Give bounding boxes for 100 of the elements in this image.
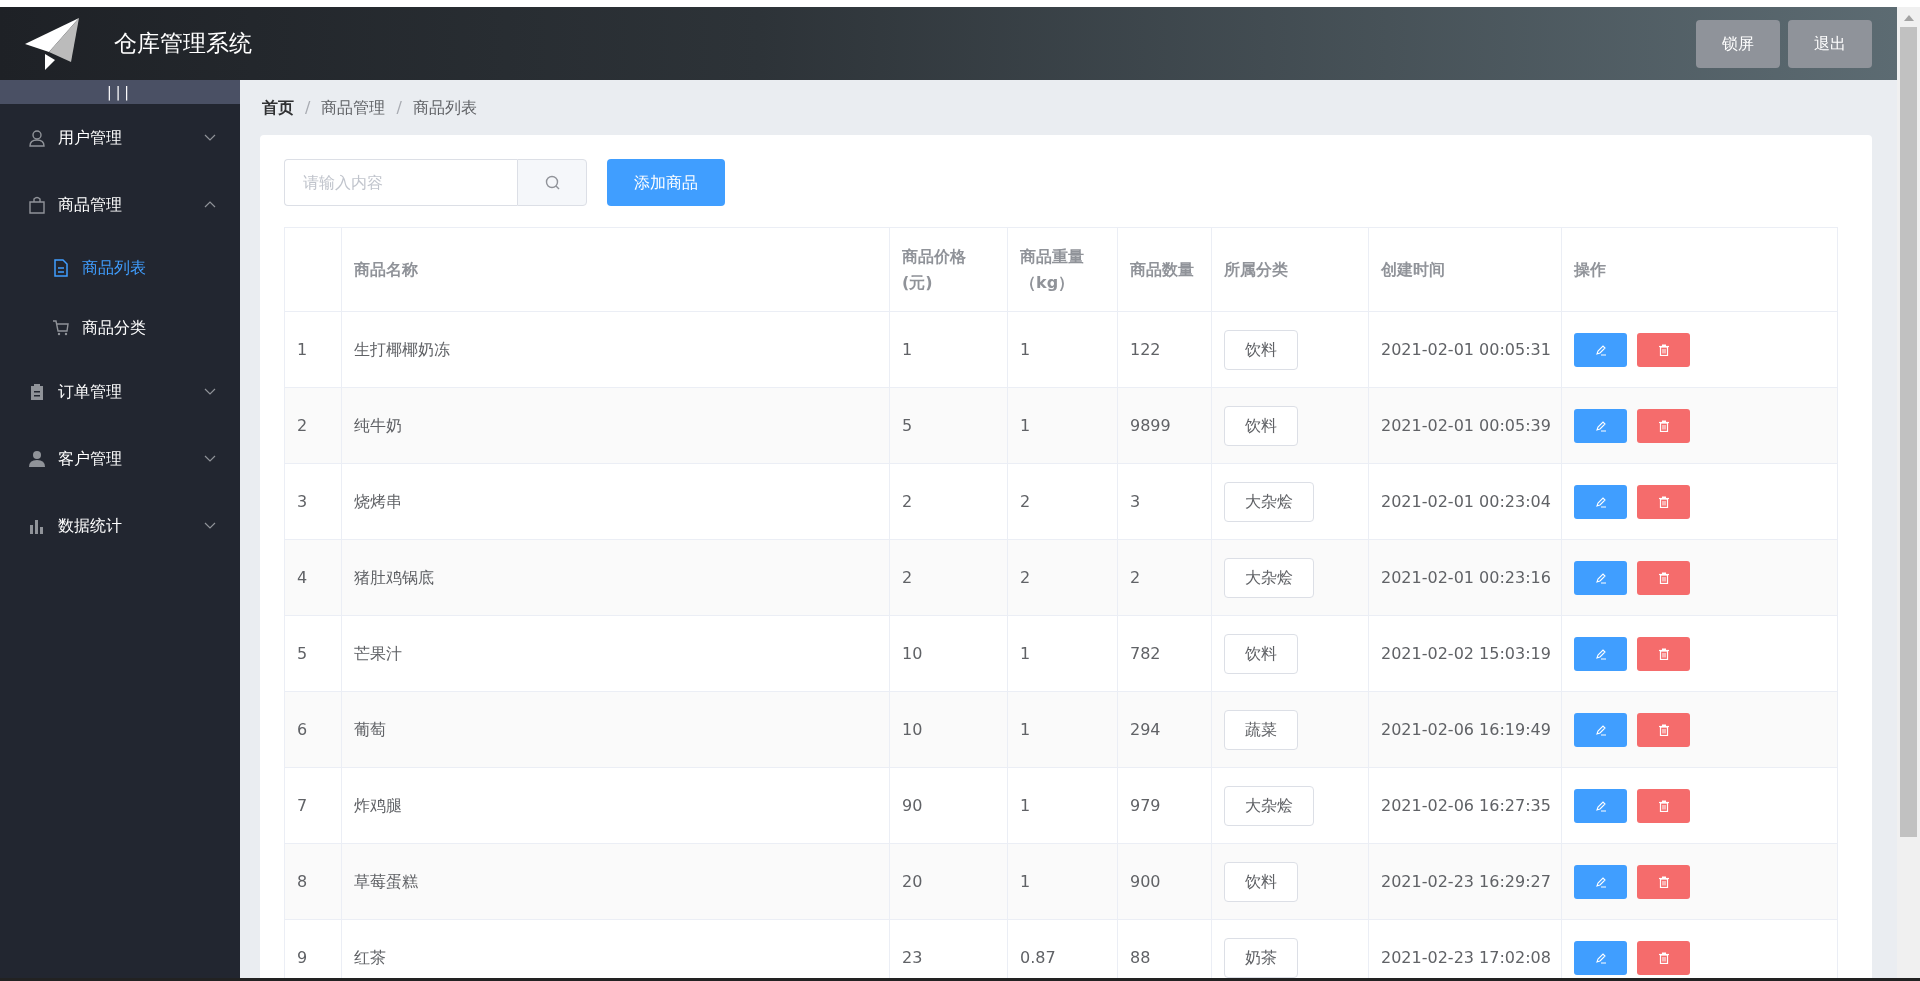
sidebar-item[interactable]: 数据统计: [0, 492, 240, 559]
table-cell: 2: [889, 463, 1008, 540]
delete-button[interactable]: [1637, 484, 1690, 519]
table-cell: 1: [1007, 691, 1118, 768]
chevron-up-icon: [204, 201, 216, 208]
paper-plane-logo: [25, 17, 81, 70]
table-cell: 芒果汁: [341, 615, 890, 692]
delete-button[interactable]: [1637, 636, 1690, 671]
category-button[interactable]: 大杂烩: [1224, 557, 1314, 598]
edit-button[interactable]: [1574, 484, 1627, 519]
pencil-icon: [1594, 723, 1607, 736]
table-cell: 猪肚鸡锅底: [341, 539, 890, 616]
edit-button[interactable]: [1574, 560, 1627, 595]
trash-icon: [1657, 571, 1670, 584]
column-header: 商品重量（kg）: [1007, 227, 1118, 312]
table-cell: 294: [1117, 691, 1212, 768]
sidebar-toggle[interactable]: |||: [0, 80, 240, 104]
category-button[interactable]: 大杂烩: [1224, 785, 1314, 826]
category-button[interactable]: 饮料: [1224, 633, 1298, 674]
sidebar-item[interactable]: 用户管理: [0, 104, 240, 171]
delete-button[interactable]: [1637, 788, 1690, 823]
category-button[interactable]: 饮料: [1224, 329, 1298, 370]
breadcrumb-link[interactable]: 商品列表: [412, 96, 477, 120]
table-cell: 5: [889, 387, 1008, 464]
sidebar-item-label: 用户管理: [58, 126, 122, 149]
breadcrumb-link[interactable]: 首页: [262, 96, 294, 120]
table-cell: 1: [1007, 311, 1118, 388]
pencil-icon: [1594, 419, 1607, 432]
trash-icon: [1657, 343, 1670, 356]
clipboard-icon: [28, 382, 46, 401]
column-header: 创建时间: [1368, 227, 1562, 312]
submenu-item[interactable]: 商品列表: [0, 238, 240, 298]
column-header: 商品价格(元): [889, 227, 1008, 312]
category-button[interactable]: 蔬菜: [1224, 709, 1298, 750]
delete-button[interactable]: [1637, 408, 1690, 443]
category-button[interactable]: 奶茶: [1224, 937, 1298, 978]
scrollbar[interactable]: [1897, 7, 1920, 978]
table-cell: 3: [1117, 463, 1212, 540]
table-cell: 炸鸡腿: [341, 767, 890, 844]
delete-button[interactable]: [1637, 940, 1690, 975]
person-icon: [28, 449, 46, 468]
column-header: 所属分类: [1211, 227, 1369, 312]
pencil-icon: [1594, 951, 1607, 964]
edit-button[interactable]: [1574, 636, 1627, 671]
trash-icon: [1657, 875, 1670, 888]
breadcrumb-separator: /: [305, 97, 311, 119]
edit-button[interactable]: [1574, 332, 1627, 367]
breadcrumb-link[interactable]: 商品管理: [321, 96, 386, 120]
cart-icon: [52, 319, 70, 337]
table-cell: 2021-02-06 16:27:35: [1368, 767, 1562, 844]
table-cell: 2021-02-01 00:23:04: [1368, 463, 1562, 540]
trash-icon: [1657, 723, 1670, 736]
table-cell: 2021-02-23 16:29:27: [1368, 843, 1562, 920]
edit-button[interactable]: [1574, 864, 1627, 899]
table-cell: 2021-02-06 16:19:49: [1368, 691, 1562, 768]
delete-button[interactable]: [1637, 864, 1690, 899]
edit-button[interactable]: [1574, 788, 1627, 823]
submenu-item[interactable]: 商品分类: [0, 298, 240, 358]
pencil-icon: [1594, 875, 1607, 888]
table-cell: 纯牛奶: [341, 387, 890, 464]
edit-button[interactable]: [1574, 712, 1627, 747]
sidebar-item-label: 订单管理: [58, 380, 122, 403]
column-header: 商品数量: [1117, 227, 1212, 312]
pencil-icon: [1594, 799, 1607, 812]
delete-button[interactable]: [1637, 712, 1690, 747]
category-button[interactable]: 饮料: [1224, 405, 1298, 446]
search-field[interactable]: 请输入内容: [284, 159, 517, 206]
delete-button[interactable]: [1637, 560, 1690, 595]
table-cell: 2: [284, 387, 342, 464]
delete-button[interactable]: [1637, 332, 1690, 367]
table-cell: 生打椰椰奶冻: [341, 311, 890, 388]
trash-icon: [1657, 495, 1670, 508]
table-cell: 20: [889, 843, 1008, 920]
trash-icon: [1657, 419, 1670, 432]
trash-icon: [1657, 799, 1670, 812]
table-cell: 90: [889, 767, 1008, 844]
category-button[interactable]: 大杂烩: [1224, 481, 1314, 522]
table-cell: 4: [284, 539, 342, 616]
edit-button[interactable]: [1574, 408, 1627, 443]
table-cell: 9899: [1117, 387, 1212, 464]
sidebar-item[interactable]: 订单管理: [0, 358, 240, 425]
sidebar-item[interactable]: 客户管理: [0, 425, 240, 492]
pencil-icon: [1594, 571, 1607, 584]
table-cell: 1: [1007, 387, 1118, 464]
table-cell: 2021-02-01 00:05:39: [1368, 387, 1562, 464]
breadcrumb-separator: /: [396, 97, 402, 119]
chevron-down-icon: [204, 455, 216, 462]
table-cell: 8: [284, 843, 342, 920]
table-cell: 979: [1117, 767, 1212, 844]
table-cell: 2021-02-02 15:03:19: [1368, 615, 1562, 692]
pencil-icon: [1594, 647, 1607, 660]
sidebar-item-label: 商品管理: [58, 193, 122, 216]
table-cell: 1: [1007, 615, 1118, 692]
table-cell: 782: [1117, 615, 1212, 692]
category-button[interactable]: 饮料: [1224, 861, 1298, 902]
edit-button[interactable]: [1574, 940, 1627, 975]
chevron-down-icon: [204, 522, 216, 529]
sidebar-item[interactable]: 商品管理: [0, 171, 240, 238]
scroll-up-icon[interactable]: [1903, 15, 1914, 21]
table-cell: 烧烤串: [341, 463, 890, 540]
